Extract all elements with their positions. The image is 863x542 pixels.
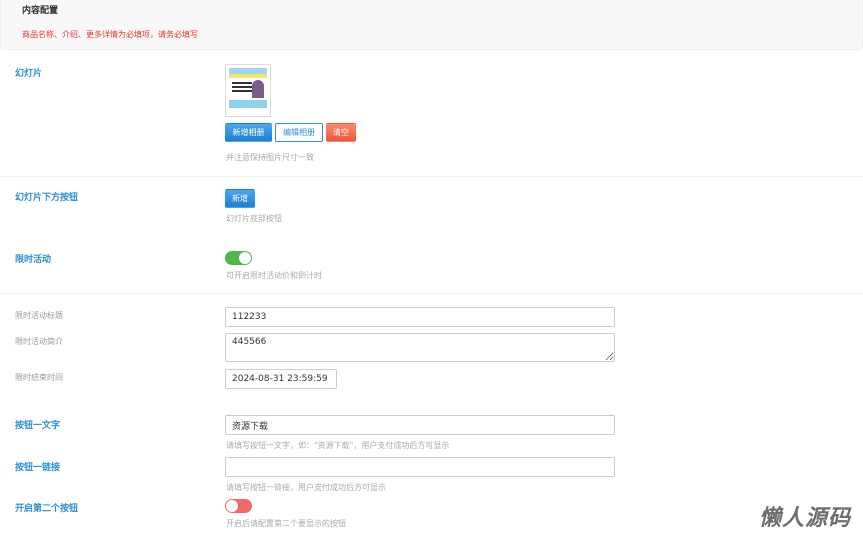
add-slide-button[interactable]: 新增	[225, 189, 255, 208]
slide-button-label: 幻灯片下方按钮	[15, 193, 79, 203]
limited-hint: 可开启限时活动价和倒计时	[226, 271, 322, 280]
limited-toggle[interactable]	[225, 251, 252, 265]
section-title: 内容配置	[22, 6, 59, 16]
slides-hint: 并注意保持图片尺寸一致	[226, 153, 314, 162]
button1-link-input[interactable]	[225, 457, 615, 477]
content-config-header: 内容配置 商品名称、介绍、更多详情为必填项，请务必填写	[0, 0, 863, 50]
edit-album-button[interactable]: 编辑相册	[275, 123, 323, 142]
watermark: 懒人源码	[758, 506, 851, 531]
divider	[0, 176, 863, 177]
limited-title-label: 限时活动标题	[15, 311, 63, 320]
button2-toggle[interactable]	[225, 499, 252, 513]
slide-thumbnail[interactable]	[225, 64, 271, 117]
button1-text-input[interactable]	[225, 415, 615, 435]
button2-label: 开启第二个按钮	[15, 504, 79, 514]
add-album-button[interactable]: 新增相册	[225, 123, 272, 142]
slide-button-hint: 幻灯片底部按钮	[226, 214, 282, 223]
button1-text-label: 按钮一文字	[15, 421, 61, 431]
button2-hint: 开启后请配置第二个要显示的按钮	[226, 519, 346, 528]
limited-end-input[interactable]	[225, 369, 337, 389]
clear-button[interactable]: 清空	[326, 123, 356, 142]
divider	[0, 293, 863, 294]
limited-intro-textarea[interactable]: 445566	[225, 333, 615, 362]
limited-label: 限时活动	[15, 255, 52, 265]
limited-title-input[interactable]	[225, 307, 615, 327]
required-note: 商品名称、介绍、更多详情为必填项，请务必填写	[22, 30, 198, 39]
button1-link-hint: 请填写按钮一链接，用户支付成功后方可显示	[226, 483, 386, 492]
button1-link-label: 按钮一链接	[15, 463, 61, 473]
button1-text-hint: 请填写按钮一文字，如："资源下载"，用户支付成功后方可显示	[226, 441, 450, 450]
limited-intro-label: 限时活动简介	[15, 337, 63, 346]
limited-end-label: 限时结束时间	[15, 373, 63, 382]
slides-label: 幻灯片	[15, 69, 43, 79]
